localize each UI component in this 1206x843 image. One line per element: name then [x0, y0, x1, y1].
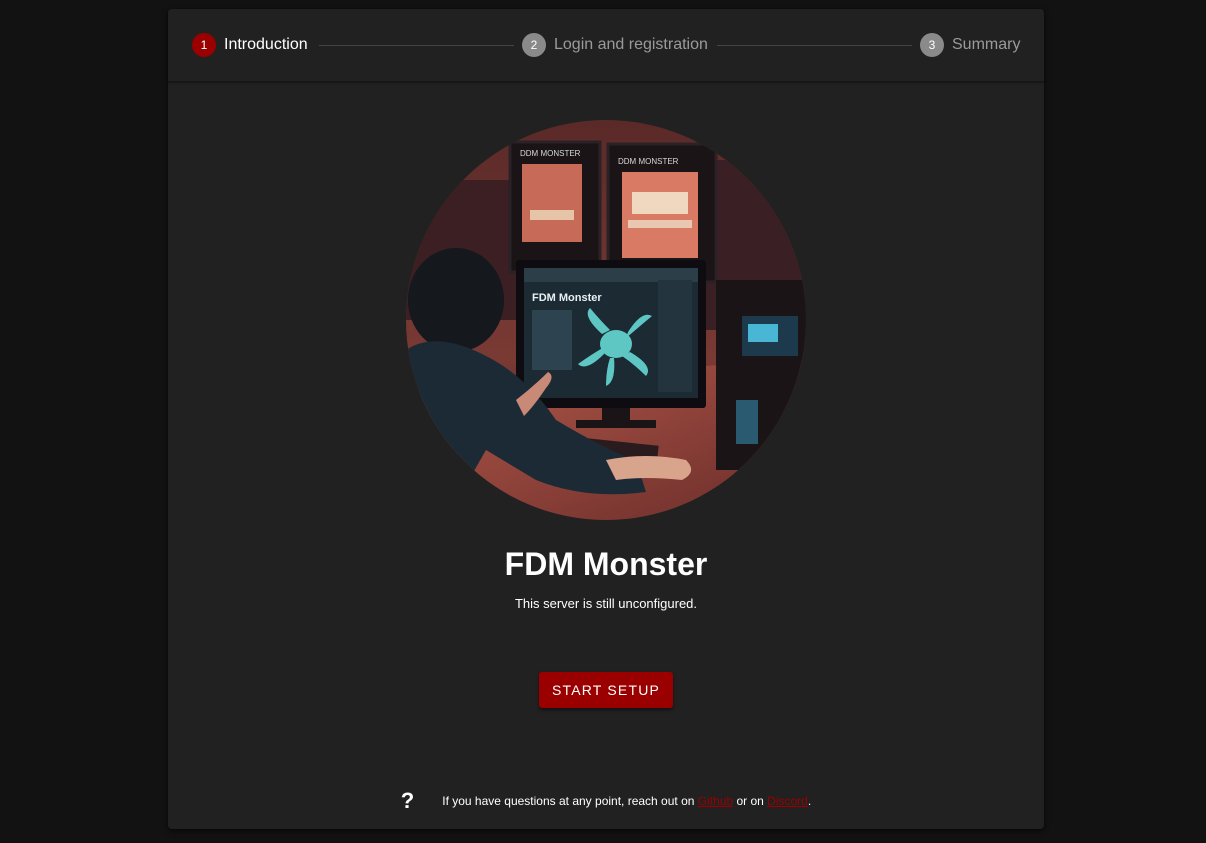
step-divider: [717, 45, 912, 46]
step-number-badge: 3: [920, 33, 944, 57]
page-title: FDM Monster: [504, 546, 708, 582]
step-login-registration[interactable]: 2 Login and registration: [522, 33, 708, 57]
page-subtitle: This server is still unconfigured.: [514, 596, 698, 611]
discord-link[interactable]: Discord: [767, 794, 808, 808]
help-text-middle: or on: [736, 794, 764, 808]
printer-brand-label: DDM MONSTER: [618, 157, 679, 166]
device-illustration: [716, 280, 806, 470]
help-text-end: .: [807, 794, 812, 808]
question-icon: ?: [400, 788, 415, 813]
github-link[interactable]: Github: [698, 794, 733, 808]
help-text: If you have questions at any point, reac…: [442, 794, 695, 808]
step-label: Login and registration: [554, 36, 708, 53]
step-label: Summary: [952, 36, 1021, 53]
monitor-illustration: FDM Monster: [516, 260, 706, 428]
printer-illustration-1: DDM MONSTER: [508, 140, 602, 274]
step-number-badge: 1: [192, 33, 216, 57]
step-number-badge: 2: [522, 33, 546, 57]
monitor-screen-title: FDM Monster: [532, 292, 602, 304]
printer-brand-label: DDM MONSTER: [520, 149, 581, 158]
setup-card: 1 Introduction 2 Login and registration …: [168, 9, 1044, 829]
step-summary[interactable]: 3 Summary: [920, 33, 1020, 57]
hero-illustration: DDM MONSTER DDM MONSTER FDM Monster: [406, 120, 806, 520]
help-footer: ? If you have questions at any point, re…: [168, 788, 1044, 813]
start-setup-button[interactable]: START SETUP: [539, 672, 673, 708]
step-label: Introduction: [224, 36, 308, 53]
step-divider: [319, 45, 514, 46]
step-introduction[interactable]: 1 Introduction: [192, 33, 308, 57]
stepper-header: 1 Introduction 2 Login and registration …: [168, 9, 1044, 82]
